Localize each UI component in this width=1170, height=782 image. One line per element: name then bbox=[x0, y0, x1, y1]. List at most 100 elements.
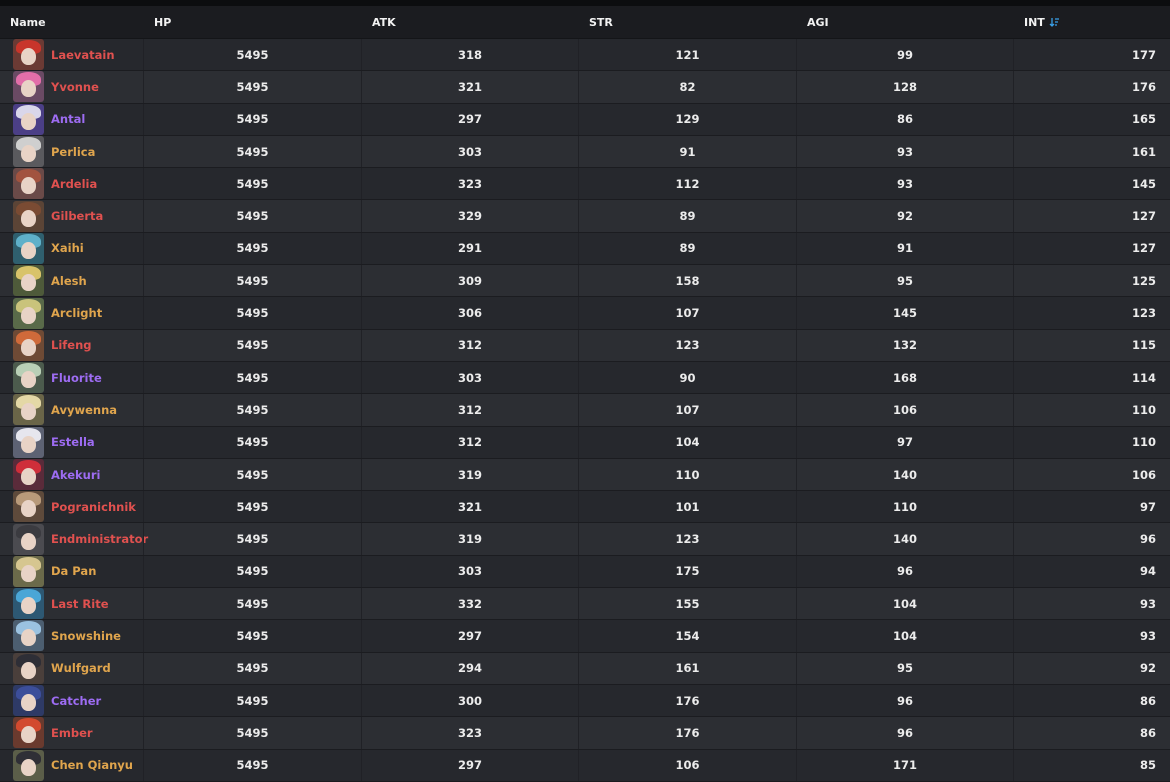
avatar-face bbox=[21, 80, 36, 98]
atk-cell: 297 bbox=[361, 620, 578, 652]
str-cell: 90 bbox=[578, 361, 796, 394]
avatar bbox=[13, 652, 44, 684]
table-row[interactable]: Endministrator 5495 319 123 140 96 bbox=[0, 523, 1170, 556]
table-row[interactable]: Last Rite 5495 332 155 104 93 bbox=[0, 588, 1170, 621]
agi-cell: 104 bbox=[796, 588, 1013, 620]
table-row[interactable]: Catcher 5495 300 176 96 86 bbox=[0, 684, 1170, 718]
int-cell: 115 bbox=[1013, 329, 1170, 361]
character-name[interactable]: Catcher bbox=[51, 694, 101, 708]
atk-cell: 312 bbox=[361, 394, 578, 426]
str-cell: 176 bbox=[578, 684, 796, 717]
character-name[interactable]: Lifeng bbox=[51, 338, 92, 352]
hp-cell: 5495 bbox=[143, 71, 361, 103]
table-row[interactable]: Pogranichnik 5495 321 101 110 97 bbox=[0, 491, 1170, 524]
column-header-agi[interactable]: AGI bbox=[796, 6, 1013, 38]
column-header-str-label: STR bbox=[589, 15, 613, 29]
character-name[interactable]: Laevatain bbox=[51, 48, 115, 62]
table-row[interactable]: Lifeng 5495 312 123 132 115 bbox=[0, 329, 1170, 362]
agi-cell: 99 bbox=[796, 39, 1013, 71]
agi-cell: 132 bbox=[796, 329, 1013, 361]
str-cell: 112 bbox=[578, 168, 796, 200]
table-row[interactable]: Yvonne 5495 321 82 128 176 bbox=[0, 71, 1170, 104]
character-name[interactable]: Fluorite bbox=[51, 371, 102, 385]
sort-descending-icon[interactable] bbox=[1049, 17, 1060, 27]
column-header-hp[interactable]: HP bbox=[143, 6, 361, 38]
character-name[interactable]: Endministrator bbox=[51, 532, 148, 546]
atk-cell: 297 bbox=[361, 103, 578, 135]
avatar bbox=[13, 200, 44, 232]
column-header-int[interactable]: INT bbox=[1013, 6, 1170, 38]
avatar-face bbox=[21, 48, 36, 66]
table-row[interactable]: Ardelia 5495 323 112 93 145 bbox=[0, 168, 1170, 201]
table-row[interactable]: Da Pan 5495 303 175 96 94 bbox=[0, 555, 1170, 589]
atk-cell: 332 bbox=[361, 588, 578, 620]
table-row[interactable]: Avywenna 5495 312 107 106 110 bbox=[0, 394, 1170, 427]
character-name[interactable]: Da Pan bbox=[51, 564, 96, 578]
character-name[interactable]: Pogranichnik bbox=[51, 500, 136, 514]
atk-cell: 319 bbox=[361, 458, 578, 491]
column-header-str[interactable]: STR bbox=[578, 6, 796, 38]
int-cell: 165 bbox=[1013, 103, 1170, 135]
character-name[interactable]: Last Rite bbox=[51, 597, 109, 611]
column-header-name[interactable]: Name bbox=[0, 6, 143, 38]
str-cell: 106 bbox=[578, 749, 796, 781]
table-row[interactable]: Estella 5495 312 104 97 110 bbox=[0, 426, 1170, 459]
str-cell: 107 bbox=[578, 394, 796, 426]
hp-cell: 5495 bbox=[143, 200, 361, 232]
table-row[interactable]: Perlica 5495 303 91 93 161 bbox=[0, 135, 1170, 169]
hp-cell: 5495 bbox=[143, 491, 361, 523]
name-cell: Da Pan bbox=[0, 555, 143, 587]
name-cell: Laevatain bbox=[0, 39, 143, 71]
table-row[interactable]: Laevatain 5495 318 121 99 177 bbox=[0, 39, 1170, 72]
character-name[interactable]: Wulfgard bbox=[51, 661, 111, 675]
table-row[interactable]: Arclight 5495 306 107 145 123 bbox=[0, 297, 1170, 330]
name-cell: Last Rite bbox=[0, 588, 143, 620]
character-name[interactable]: Yvonne bbox=[51, 80, 99, 94]
table-row[interactable]: Chen Qianyu 5495 297 106 171 85 bbox=[0, 749, 1170, 782]
atk-cell: 294 bbox=[361, 652, 578, 684]
hp-cell: 5495 bbox=[143, 297, 361, 329]
table-row[interactable]: Xaihi 5495 291 89 91 127 bbox=[0, 232, 1170, 266]
table-row[interactable]: Ember 5495 323 176 96 86 bbox=[0, 717, 1170, 750]
table-row[interactable]: Gilberta 5495 329 89 92 127 bbox=[0, 200, 1170, 233]
hp-cell: 5495 bbox=[143, 394, 361, 426]
table-row[interactable]: Akekuri 5495 319 110 140 106 bbox=[0, 458, 1170, 492]
character-name[interactable]: Antal bbox=[51, 112, 85, 126]
name-cell: Perlica bbox=[0, 136, 143, 168]
avatar bbox=[13, 329, 44, 361]
character-name[interactable]: Snowshine bbox=[51, 629, 121, 643]
character-name[interactable]: Chen Qianyu bbox=[51, 758, 133, 772]
character-name[interactable]: Ember bbox=[51, 726, 93, 740]
table-row[interactable]: Alesh 5495 309 158 95 125 bbox=[0, 265, 1170, 298]
character-name[interactable]: Avywenna bbox=[51, 403, 117, 417]
character-name[interactable]: Perlica bbox=[51, 145, 95, 159]
str-cell: 107 bbox=[578, 297, 796, 329]
table-row[interactable]: Antal 5495 297 129 86 165 bbox=[0, 103, 1170, 136]
avatar-face bbox=[21, 726, 36, 744]
name-cell: Fluorite bbox=[0, 362, 143, 394]
name-cell: Yvonne bbox=[0, 71, 143, 103]
character-name[interactable]: Akekuri bbox=[51, 468, 101, 482]
name-cell: Endministrator bbox=[0, 523, 148, 555]
table-row[interactable]: Snowshine 5495 297 154 104 93 bbox=[0, 620, 1170, 653]
hp-cell: 5495 bbox=[143, 555, 361, 588]
avatar bbox=[13, 39, 44, 71]
atk-cell: 297 bbox=[361, 749, 578, 781]
character-name[interactable]: Gilberta bbox=[51, 209, 103, 223]
character-name[interactable]: Ardelia bbox=[51, 177, 97, 191]
table-row[interactable]: Fluorite 5495 303 90 168 114 bbox=[0, 361, 1170, 395]
hp-cell: 5495 bbox=[143, 652, 361, 684]
agi-cell: 145 bbox=[796, 297, 1013, 329]
column-header-atk[interactable]: ATK bbox=[361, 6, 578, 38]
agi-cell: 93 bbox=[796, 135, 1013, 168]
table-row[interactable]: Wulfgard 5495 294 161 95 92 bbox=[0, 652, 1170, 685]
character-name[interactable]: Arclight bbox=[51, 306, 102, 320]
str-cell: 121 bbox=[578, 39, 796, 71]
name-cell: Alesh bbox=[0, 265, 143, 297]
character-name[interactable]: Xaihi bbox=[51, 241, 84, 255]
character-name[interactable]: Alesh bbox=[51, 274, 87, 288]
character-name[interactable]: Estella bbox=[51, 435, 95, 449]
column-header-agi-label: AGI bbox=[807, 15, 829, 29]
name-cell: Snowshine bbox=[0, 620, 143, 652]
avatar bbox=[13, 717, 44, 749]
